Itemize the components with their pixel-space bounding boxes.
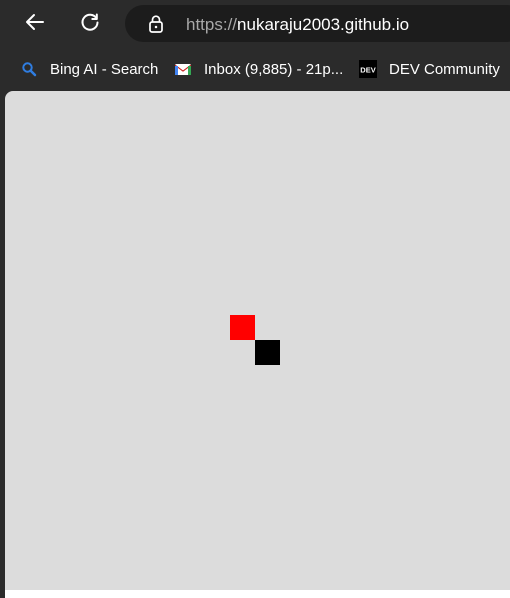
url-text[interactable]: https://nukaraju2003.github.io [186, 15, 409, 35]
reload-button[interactable] [74, 8, 106, 40]
bookmark-bing-ai-search[interactable]: Bing AI - Search [20, 59, 158, 79]
bookmarks-bar: Bing AI - Search Inbox (9,885) - 21p... … [0, 48, 510, 90]
url-protocol: https:// [186, 15, 238, 34]
page-bottom-edge [5, 590, 510, 598]
browser-window: https://nukaraju2003.github.io Bing AI -… [0, 0, 510, 598]
bookmark-gmail-inbox[interactable]: Inbox (9,885) - 21p... [174, 59, 343, 79]
browser-toolbar: https://nukaraju2003.github.io [0, 0, 510, 48]
game-canvas[interactable] [5, 91, 510, 590]
dev-icon: DEV [359, 60, 377, 78]
food-block [230, 315, 255, 340]
back-button[interactable] [19, 8, 51, 40]
svg-text:DEV: DEV [360, 66, 375, 75]
bookmark-dev-community[interactable]: DEV DEV Community [359, 59, 500, 79]
bing-search-icon [20, 60, 38, 78]
bottom-strip [0, 590, 510, 598]
back-arrow-icon [23, 10, 47, 39]
address-bar[interactable]: https://nukaraju2003.github.io [125, 5, 510, 42]
gmail-icon [174, 60, 192, 78]
url-host: nukaraju2003.github.io [237, 15, 410, 34]
bookmark-label: Bing AI - Search [50, 60, 159, 78]
bookmark-label: DEV Community [389, 60, 500, 78]
bookmark-label: Inbox (9,885) - 21p... [204, 60, 344, 78]
lock-icon[interactable] [147, 14, 165, 34]
snake-head [255, 340, 280, 365]
reload-icon [78, 10, 102, 39]
